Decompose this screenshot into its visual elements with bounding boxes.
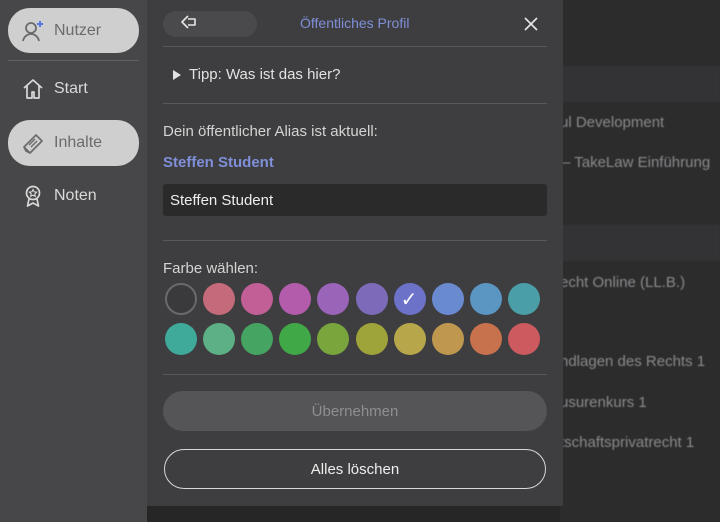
background-footer — [147, 506, 560, 522]
color-label: Farbe wählen: — [163, 260, 259, 277]
tip-toggle[interactable]: Tipp: Was ist das hier? — [173, 66, 340, 83]
background-course-list: ul Development – TakeLaw Einführung echt… — [560, 0, 720, 522]
color-swatch[interactable] — [241, 283, 274, 315]
background-band — [560, 66, 720, 102]
background-item: tschaftsprivatrecht 1 — [560, 434, 695, 451]
sidebar-divider — [8, 60, 139, 61]
color-swatch[interactable] — [355, 283, 388, 315]
alias-input[interactable] — [163, 184, 547, 216]
user-plus-icon — [20, 18, 46, 44]
sidebar-item-nutzer[interactable]: Nutzer — [8, 8, 139, 53]
background-item: ndlagen des Rechts 1 — [560, 353, 706, 370]
color-swatch[interactable] — [469, 283, 502, 315]
close-button[interactable] — [521, 14, 541, 34]
divider — [163, 103, 547, 104]
background-item: usurenkurs 1 — [560, 394, 647, 411]
background-band — [560, 225, 720, 261]
color-swatch[interactable] — [507, 283, 540, 315]
divider — [163, 240, 547, 241]
sidebar-item-inhalte[interactable]: Inhalte — [8, 120, 139, 166]
tip-label: Tipp: Was ist das hier? — [189, 66, 341, 83]
page-title: Öffentliches Profil — [300, 15, 410, 31]
color-swatch[interactable]: ✓ — [393, 283, 426, 315]
color-swatch[interactable] — [241, 323, 274, 355]
color-swatch[interactable] — [431, 323, 464, 355]
book-icon — [20, 130, 46, 156]
close-icon — [524, 17, 538, 31]
color-swatch[interactable] — [203, 323, 236, 355]
sidebar: Nutzer Start Inhalte Noten — [0, 0, 147, 522]
color-swatch-none[interactable] — [165, 283, 197, 315]
color-swatch[interactable] — [355, 323, 388, 355]
sidebar-item-label: Start — [54, 80, 88, 97]
sidebar-item-noten[interactable]: Noten — [8, 175, 139, 217]
divider — [163, 46, 547, 47]
color-swatch[interactable] — [431, 283, 464, 315]
color-swatch[interactable] — [393, 323, 426, 355]
checkmark-icon: ✓ — [400, 289, 418, 311]
clear-all-button[interactable]: Alles löschen — [164, 449, 546, 489]
color-swatch[interactable] — [203, 283, 236, 315]
home-icon — [20, 76, 46, 102]
public-profile-panel: Öffentliches Profil Tipp: Was ist das hi… — [147, 0, 563, 506]
sidebar-item-label: Noten — [54, 187, 97, 204]
sidebar-item-label: Inhalte — [54, 134, 103, 151]
divider — [163, 374, 547, 375]
color-swatch[interactable] — [469, 323, 502, 355]
color-swatch[interactable] — [165, 323, 197, 355]
color-swatch[interactable] — [317, 323, 350, 355]
background-item: – TakeLaw Einführung — [562, 154, 711, 171]
color-swatch[interactable] — [507, 323, 540, 355]
background-item: ul Development — [560, 114, 665, 131]
sidebar-item-label: Nutzer — [54, 21, 102, 39]
color-swatch[interactable] — [317, 283, 350, 315]
current-alias: Steffen Student — [163, 154, 274, 171]
alias-label: Dein öffentlicher Alias ist aktuell: — [163, 123, 378, 140]
apply-button[interactable]: Übernehmen — [163, 391, 547, 431]
color-swatch[interactable] — [279, 323, 312, 355]
triangle-right-icon — [173, 69, 181, 80]
background-item: echt Online (LL.B.) — [560, 274, 686, 291]
color-swatch[interactable] — [279, 283, 312, 315]
back-button[interactable] — [163, 11, 257, 37]
sidebar-item-start[interactable]: Start — [8, 68, 139, 110]
arrow-left-icon — [179, 14, 197, 35]
award-icon — [20, 183, 46, 209]
